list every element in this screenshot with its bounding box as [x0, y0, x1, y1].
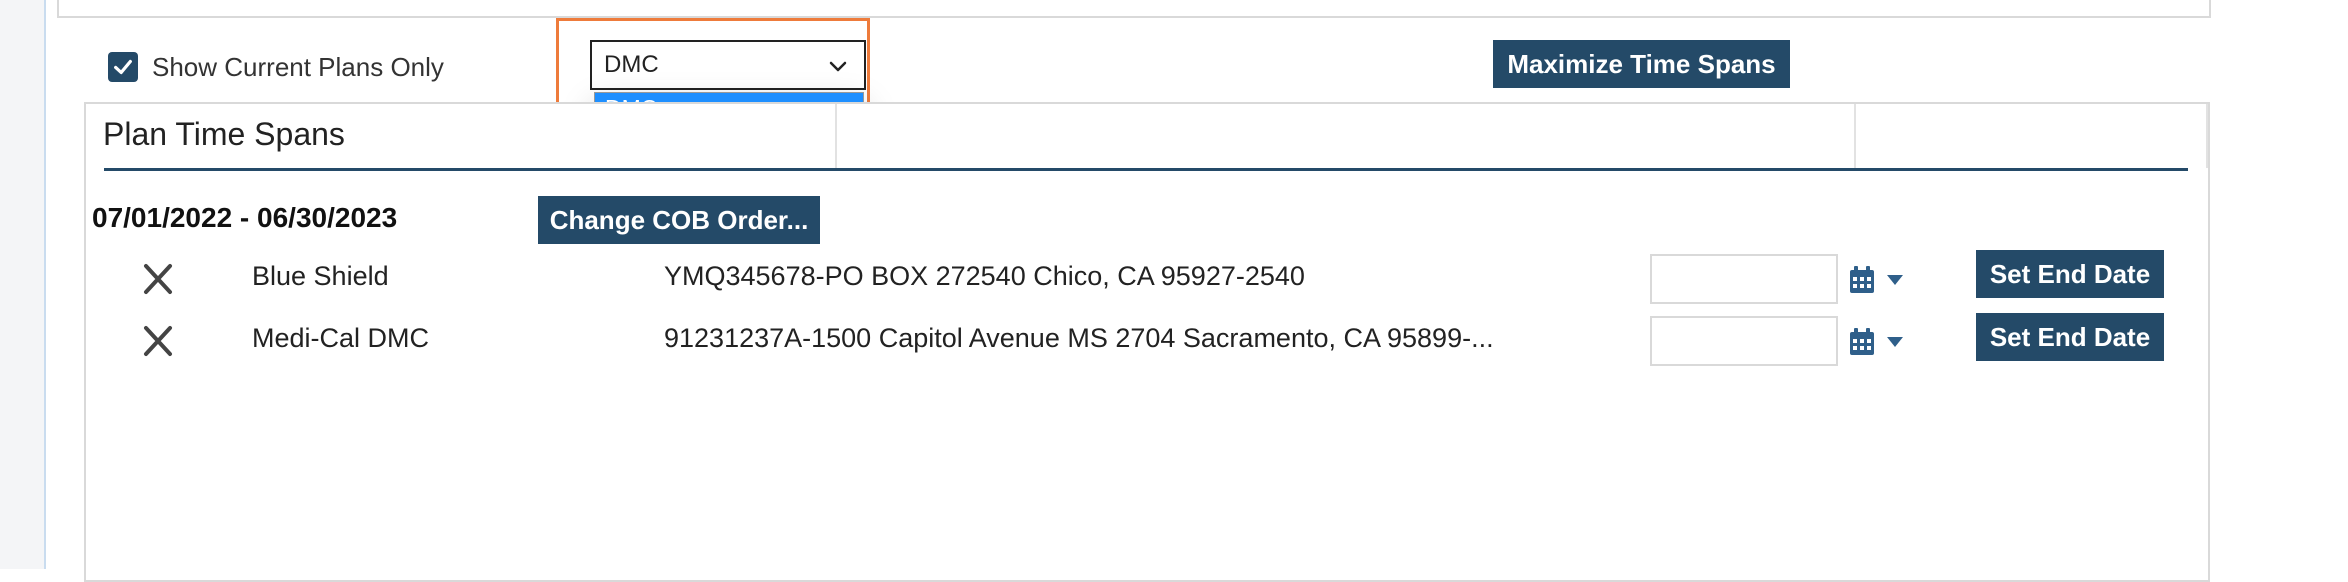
set-end-date-button[interactable]: Set End Date	[1976, 313, 2164, 361]
plan-select[interactable]: DMC	[590, 40, 866, 90]
maximize-time-spans-button[interactable]: Maximize Time Spans	[1493, 40, 1790, 88]
plan-time-spans-title: Plan Time Spans	[103, 116, 345, 152]
header-column-divider	[1854, 104, 1856, 168]
header-column-divider	[2206, 104, 2208, 168]
calendar-icon[interactable]	[1848, 327, 1876, 357]
remove-plan-icon[interactable]	[140, 261, 176, 297]
caret-down-icon[interactable]	[1886, 336, 1904, 348]
plan-select-value: DMC	[604, 51, 659, 78]
close-icon	[144, 326, 172, 356]
set-end-date-button[interactable]: Set End Date	[1976, 250, 2164, 298]
checkmark-icon	[114, 59, 132, 75]
left-sidebar-strip	[0, 0, 46, 569]
caret-down-icon[interactable]	[1886, 274, 1904, 286]
plan-address: 91231237A-1500 Capitol Avenue MS 2704 Sa…	[664, 323, 1494, 353]
show-current-checkbox[interactable]	[108, 52, 138, 82]
calendar-icon[interactable]	[1848, 265, 1876, 295]
header-underline	[104, 168, 2188, 171]
show-current-label: Show Current Plans Only	[152, 51, 444, 82]
change-cob-order-button[interactable]: Change COB Order...	[538, 196, 820, 244]
remove-plan-icon[interactable]	[140, 323, 176, 359]
plan-name: Medi-Cal DMC	[252, 323, 430, 353]
header-column-divider	[835, 104, 837, 168]
plan-address: YMQ345678-PO BOX 272540 Chico, CA 95927-…	[664, 261, 1305, 291]
end-date-input[interactable]	[1650, 316, 1838, 366]
plan-name: Blue Shield	[252, 261, 389, 291]
top-panel-border	[57, 0, 2211, 18]
time-span-date-range: 07/01/2022 - 06/30/2023	[92, 202, 398, 233]
close-icon	[144, 264, 172, 294]
chevron-down-icon	[829, 61, 847, 72]
end-date-input[interactable]	[1650, 254, 1838, 304]
show-current-plans-toggle[interactable]: Show Current Plans Only	[108, 50, 444, 84]
